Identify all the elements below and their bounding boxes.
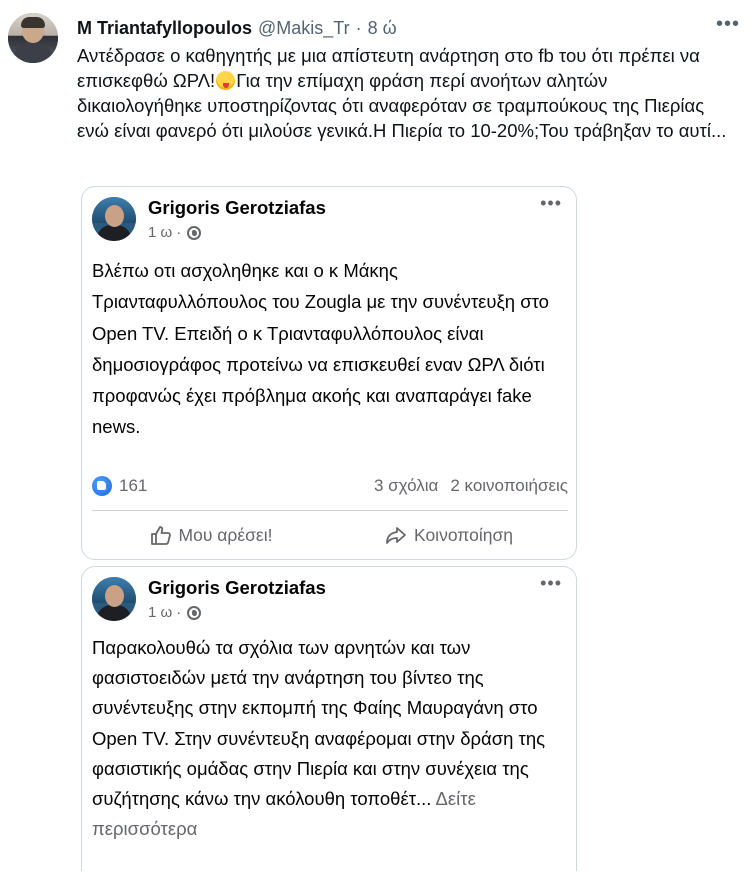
globe-icon <box>187 605 202 620</box>
separator-dot: · <box>176 224 182 241</box>
share-arrow-icon <box>386 527 406 544</box>
post-time[interactable]: 1 ω <box>148 224 172 241</box>
like-reaction-icon <box>92 476 112 496</box>
post-more-icon[interactable]: ••• <box>540 194 562 212</box>
share-button[interactable]: Κοινοποίηση <box>330 525 568 546</box>
thumbs-up-icon <box>150 526 171 545</box>
post-meta: 1 ω · <box>148 604 202 621</box>
embedded-post-2[interactable]: Grigoris Gerotziafas 1 ω · ••• Παρακολου… <box>81 566 577 871</box>
author-name[interactable]: M Triantafyllopoulos <box>77 18 252 39</box>
author-avatar[interactable] <box>8 13 58 63</box>
comment-count[interactable]: 3 σχόλια <box>374 476 438 496</box>
post-author-name[interactable]: Grigoris Gerotziafas <box>148 197 326 219</box>
post-text: Παρακολουθώ τα σχόλια των αρνητών και τω… <box>92 633 562 844</box>
separator-dot: · <box>355 17 362 38</box>
like-label: Μου αρέσει! <box>178 524 273 545</box>
post-text-body: Παρακολουθώ τα σχόλια των αρνητών και τω… <box>92 637 546 810</box>
author-handle[interactable]: @Makis_Tr <box>258 18 350 39</box>
post-meta: 1 ω · <box>148 224 202 241</box>
separator-dot: · <box>176 604 182 621</box>
divider <box>92 510 568 511</box>
tweet: M Triantafyllopoulos @Makis_Tr · 8 ώ •••… <box>0 0 750 872</box>
post-author-avatar[interactable] <box>92 197 136 241</box>
reaction-count[interactable]: 161 <box>119 476 147 496</box>
embedded-post-1[interactable]: Grigoris Gerotziafas 1 ω · ••• Βλέπω οτι… <box>81 186 577 560</box>
post-author-name[interactable]: Grigoris Gerotziafas <box>148 577 326 599</box>
share-count[interactable]: 2 κοινοποιήσεις <box>450 476 568 496</box>
tweet-header: M Triantafyllopoulos @Makis_Tr · 8 ώ <box>77 16 397 40</box>
like-button[interactable]: Μου αρέσει! <box>92 525 330 546</box>
share-label: Κοινοποίηση <box>413 524 514 545</box>
tweet-time[interactable]: 8 ώ <box>368 18 397 39</box>
globe-icon <box>187 225 202 240</box>
post-author-avatar[interactable] <box>92 577 136 621</box>
tweet-text: Αντέδρασε ο καθηγητής με μια απίστευτη α… <box>77 43 737 143</box>
post-text: Βλέπω οτι ασχοληθηκε και ο κ Μάκης Τριαν… <box>92 260 549 438</box>
post-actions: Μου αρέσει! Κοινοποίηση <box>92 519 568 551</box>
more-horizontal-icon[interactable]: ••• <box>716 14 740 34</box>
post-stats: 161 3 σχόλια 2 κοινοποιήσεις <box>92 474 568 498</box>
tongue-out-emoji-icon <box>216 71 236 90</box>
post-time[interactable]: 1 ω <box>148 604 172 621</box>
post-more-icon[interactable]: ••• <box>540 574 562 592</box>
